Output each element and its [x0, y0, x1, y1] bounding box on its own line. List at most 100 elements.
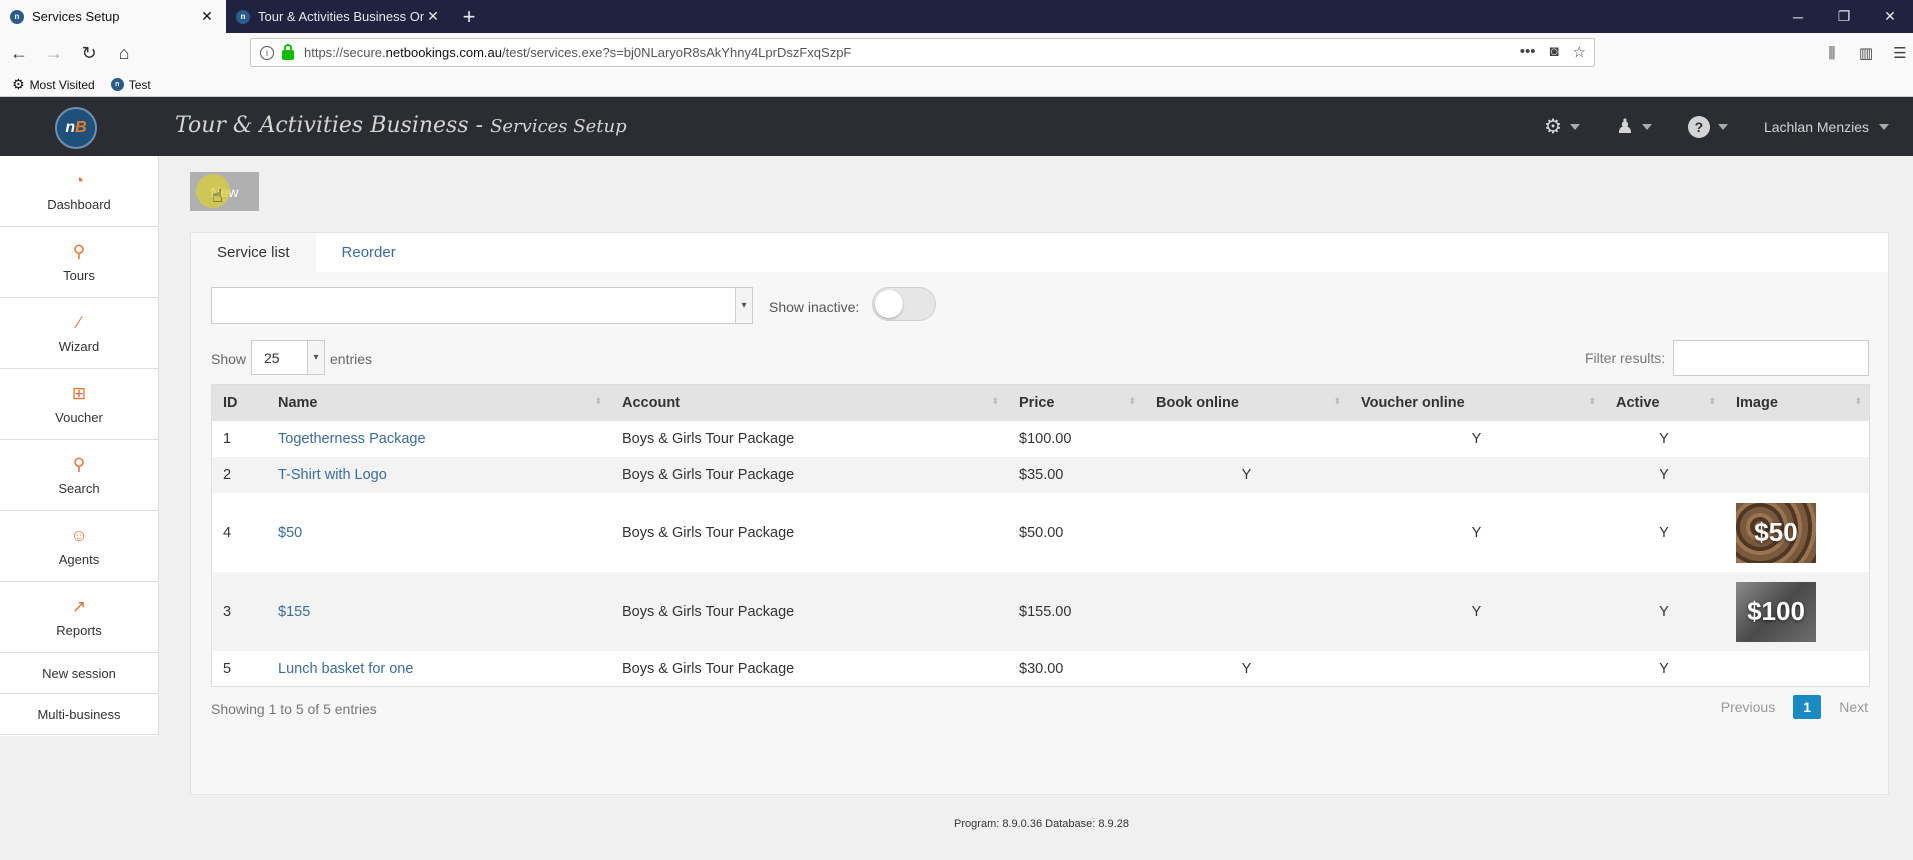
show-inactive-label: Show inactive:	[769, 299, 860, 315]
service-name-link[interactable]: Lunch basket for one	[266, 651, 610, 687]
sidebar-item-dashboard[interactable]: ◔ Dashboard	[0, 156, 158, 227]
close-window-icon[interactable]: ✕	[1867, 0, 1913, 33]
tab-service-list[interactable]: Service list	[191, 233, 316, 272]
sort-icon: ⬍	[1333, 396, 1341, 406]
sidebar-item-voucher[interactable]: ⊞ Voucher	[0, 369, 158, 440]
restore-icon[interactable]: ❐	[1821, 0, 1867, 33]
page-1-button[interactable]: 1	[1793, 695, 1822, 719]
service-thumbnail[interactable]: $50	[1736, 502, 1816, 563]
table-row[interactable]: 4 $50 Boys & Girls Tour Package $50.00 Y…	[211, 493, 1870, 572]
sidebar-item-reports[interactable]: ↗ Reports	[0, 582, 158, 653]
pocket-icon[interactable]: ◙	[1549, 43, 1558, 61]
show-inactive-toggle[interactable]	[872, 287, 936, 321]
library-icon[interactable]: ⫼	[1819, 37, 1845, 69]
sort-icon: ⬍	[991, 396, 999, 406]
column-header-image[interactable]: Image ⬍	[1724, 384, 1870, 421]
table-row[interactable]: 1 Togetherness Package Boys & Girls Tour…	[211, 421, 1870, 457]
dashboard-icon: ◔	[73, 170, 85, 190]
sidebar-link-new-session[interactable]: New session	[0, 653, 158, 694]
cell-price: $155.00	[1019, 603, 1072, 620]
url-bar[interactable]: i https://secure.netbookings.com.au/test…	[250, 38, 1595, 67]
service-thumbnail[interactable]: $100	[1736, 581, 1816, 642]
cell-active: Y	[1659, 431, 1669, 447]
cell-id: 1	[223, 431, 232, 447]
table-row[interactable]: 3 $155 Boys & Girls Tour Package $155.00…	[211, 572, 1870, 651]
reload-icon[interactable]: ↻	[73, 37, 105, 69]
service-name-link[interactable]: T-Shirt with Logo	[266, 457, 610, 493]
chevron-down-icon: ▾	[735, 288, 752, 323]
filter-input[interactable]	[1673, 340, 1869, 376]
sidebar-link-multi-business[interactable]: Multi-business	[0, 694, 158, 735]
previous-page-button[interactable]: Previous	[1721, 699, 1775, 715]
tab-title: Services Setup	[32, 9, 120, 24]
sidebar-item-wizard[interactable]: ⁄ Wizard	[0, 298, 158, 369]
cell-image	[1724, 457, 1870, 493]
service-name-link[interactable]: $155	[266, 572, 610, 651]
sort-icon: ⬍	[1588, 396, 1596, 406]
column-header-voucher-online[interactable]: Voucher online ⬍	[1349, 384, 1604, 421]
menu-icon[interactable]: ☰	[1887, 37, 1913, 69]
sort-icon: ⬍	[1128, 396, 1136, 406]
column-header-price[interactable]: Price ⬍	[1007, 384, 1144, 421]
minimize-icon[interactable]: ─	[1775, 0, 1821, 33]
pagination: Previous 1 Next	[1721, 695, 1868, 719]
sidebar-item-search[interactable]: ⚲ Search	[0, 440, 158, 511]
account-select[interactable]: ▾	[211, 287, 753, 324]
info-icon[interactable]: i	[260, 45, 274, 60]
sidebar-item-agents[interactable]: ☺ Agents	[0, 511, 158, 582]
table-row[interactable]: 2 T-Shirt with Logo Boys & Girls Tour Pa…	[211, 457, 1870, 493]
bookmark-star-icon[interactable]: ☆	[1573, 43, 1586, 61]
column-header-book-online[interactable]: Book online ⬍	[1144, 384, 1349, 421]
gift-icon: ⊞	[71, 383, 87, 403]
new-tab-button[interactable]: +	[452, 0, 486, 33]
cell-book-online	[1144, 572, 1349, 651]
user-menu[interactable]: Lachlan Menzies	[1764, 119, 1889, 135]
bookmark-test[interactable]: n Test	[110, 78, 151, 92]
help-menu[interactable]: ?	[1687, 115, 1728, 138]
tab-reorder[interactable]: Reorder	[316, 233, 422, 272]
close-icon[interactable]: ✕	[198, 8, 216, 25]
page-actions-icon[interactable]: •••	[1520, 43, 1536, 61]
next-page-button[interactable]: Next	[1839, 699, 1868, 715]
chevron-down-icon	[1570, 123, 1580, 130]
version-footer: Program: 8.9.0.36 Database: 8.9.28	[954, 818, 1129, 830]
home-icon[interactable]: ⌂	[108, 37, 140, 69]
nb-favicon: n	[110, 78, 124, 91]
lock-icon[interactable]	[282, 43, 294, 60]
close-icon[interactable]: ✕	[424, 8, 442, 25]
chart-icon: ↗	[71, 596, 87, 616]
new-service-button[interactable]: New	[190, 172, 259, 211]
browser-tab-services-setup[interactable]: n Services Setup ✕	[0, 0, 226, 33]
sidebar-item-tours[interactable]: ⚲ Tours	[0, 227, 158, 298]
forward-icon[interactable]: →	[38, 37, 70, 69]
chevron-down-icon	[1641, 123, 1652, 130]
settings-menu[interactable]: ⚙	[1544, 114, 1580, 139]
bookmark-most-visited[interactable]: ⚙ Most Visited	[12, 76, 95, 93]
column-header-id[interactable]: ID	[211, 384, 266, 421]
cell-book-online: Y	[1241, 467, 1252, 483]
cell-account: Boys & Girls Tour Package	[622, 524, 795, 541]
table-row[interactable]: 5 Lunch basket for one Boys & Girls Tour…	[211, 651, 1870, 687]
cell-voucher-online	[1349, 651, 1604, 687]
back-icon[interactable]: ←	[3, 37, 35, 69]
column-header-account[interactable]: Account ⬍	[610, 384, 1007, 421]
column-header-active[interactable]: Active ⬍	[1604, 384, 1724, 421]
browser-tab-business-online[interactable]: n Tour & Activities Business Onli ✕	[226, 0, 452, 33]
window-controls: ─ ❐ ✕	[1775, 0, 1913, 33]
cell-active: Y	[1659, 524, 1669, 541]
url-text[interactable]: https://secure.netbookings.com.au/test/s…	[304, 45, 851, 60]
cell-book-online	[1144, 421, 1349, 457]
app-header: nB Tour & Activities Business - Services…	[0, 97, 1913, 156]
service-name-link[interactable]: Togetherness Package	[266, 421, 610, 457]
sidebar-toggle-icon[interactable]: ▥	[1853, 37, 1879, 69]
cell-image: $50	[1724, 493, 1870, 572]
tab-title: Tour & Activities Business Onli	[258, 9, 424, 24]
agent-menu[interactable]: ♟	[1616, 114, 1652, 139]
entries-per-page-select[interactable]: 25 ▾	[251, 340, 325, 375]
nb-favicon: n	[236, 9, 250, 24]
service-name-link[interactable]: $50	[266, 493, 610, 572]
column-header-name[interactable]: Name ⬍	[266, 384, 610, 421]
nb-logo[interactable]: nB	[55, 107, 97, 149]
cell-account: Boys & Girls Tour Package	[622, 431, 795, 447]
cell-account: Boys & Girls Tour Package	[622, 467, 795, 483]
